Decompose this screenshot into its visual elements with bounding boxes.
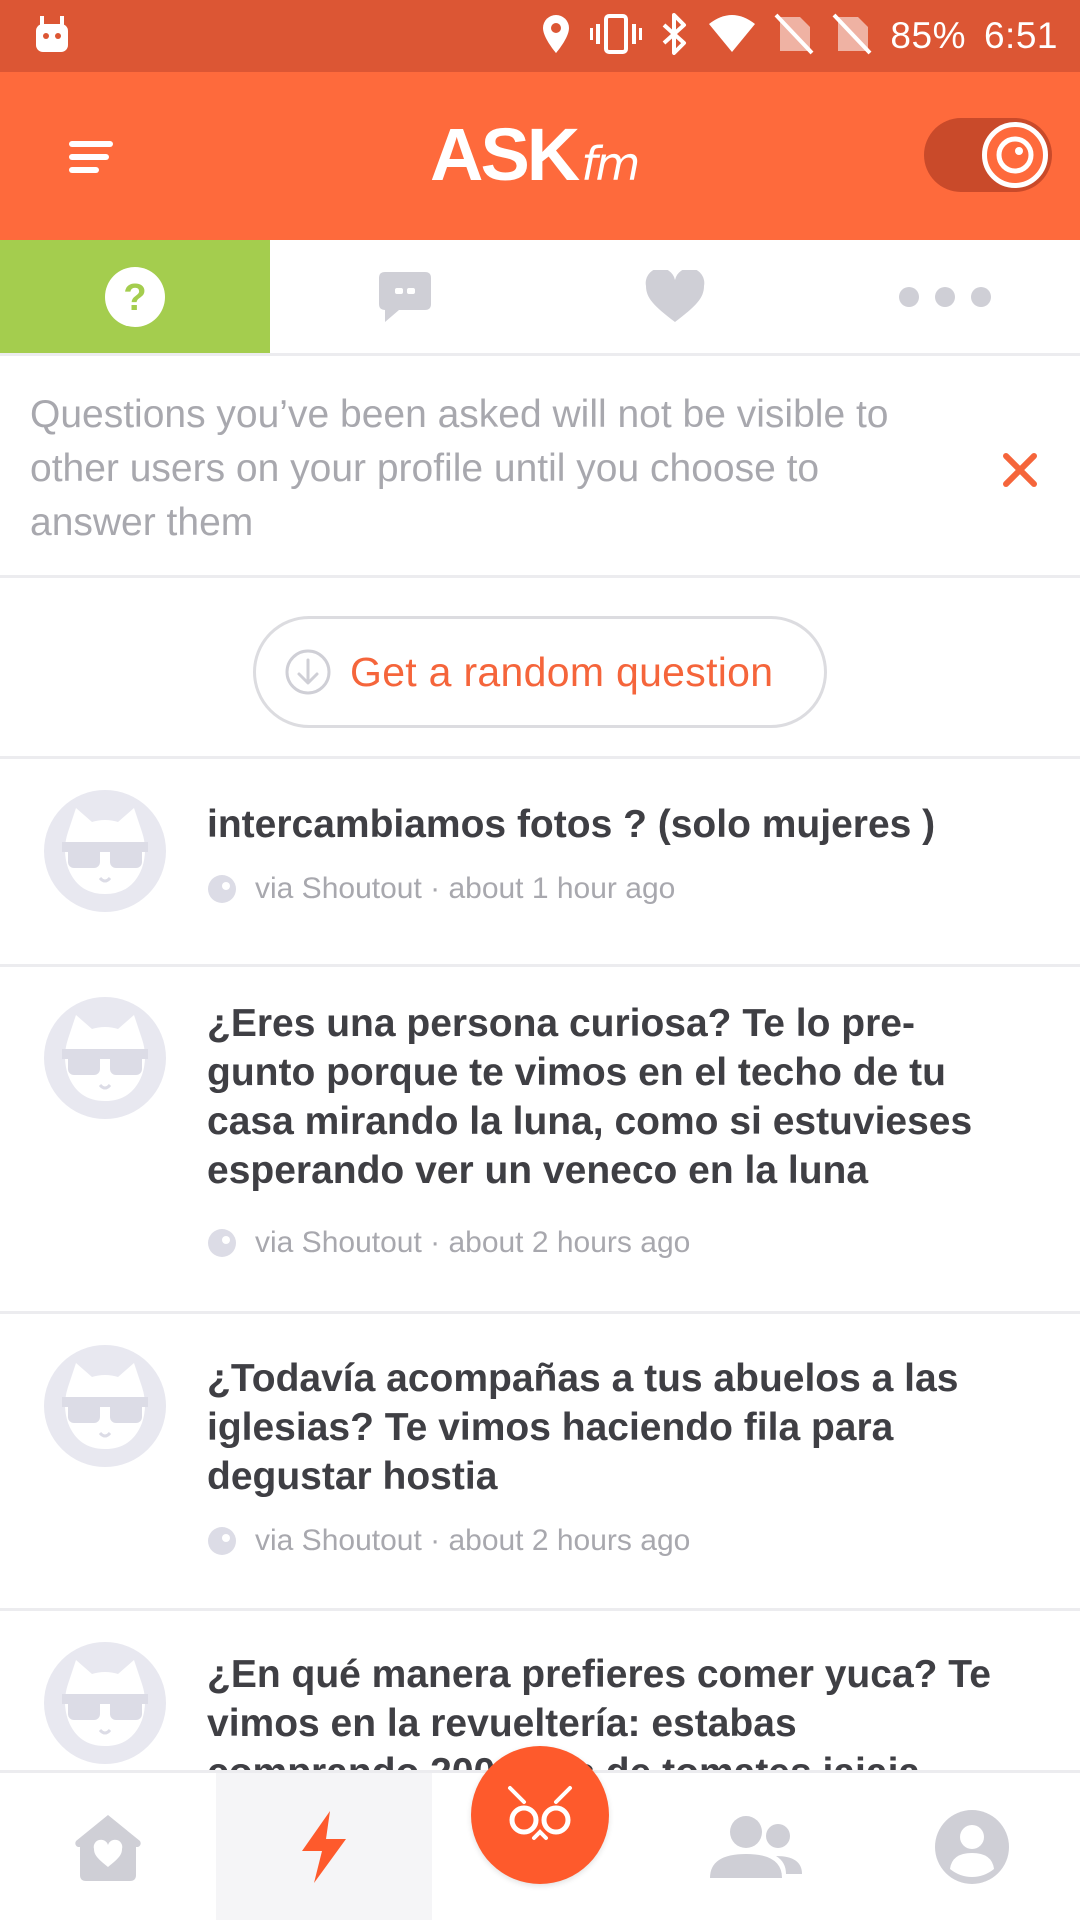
question-meta: via Shoutout · about 1 hour ago — [207, 872, 675, 906]
wifi-icon — [708, 14, 756, 59]
location-icon — [540, 13, 572, 60]
logo-sub: fm — [581, 137, 640, 191]
cat-sunglasses-avatar-icon — [62, 1015, 148, 1101]
privacy-notice: Questions you’ve been asked will not be … — [0, 358, 1080, 578]
avatar — [44, 1642, 166, 1764]
mode-toggle[interactable] — [924, 118, 1052, 192]
question-meta-text: via Shoutout · about 2 hours ago — [255, 1226, 691, 1259]
svg-text:?: ? — [123, 277, 146, 319]
cat-sunglasses-avatar-icon — [62, 1660, 148, 1746]
random-question-button[interactable]: Get a random question — [253, 616, 827, 728]
nav-home[interactable] — [0, 1773, 216, 1920]
close-notice-button[interactable] — [996, 446, 1044, 494]
avatar — [44, 1345, 166, 1467]
status-bar: 85% 6:51 — [0, 0, 1080, 72]
question-text: ¿Todavía acompañas a tus abuelos a las i… — [207, 1357, 959, 1498]
profile-icon — [935, 1809, 1009, 1884]
ask-question-button[interactable] — [471, 1746, 609, 1884]
notice-text: Questions you’ve been asked will not be … — [30, 393, 889, 544]
nav-activity[interactable] — [216, 1773, 432, 1920]
question-text: intercambiamos fotos ? (solo mujeres ) — [207, 803, 936, 846]
random-question-label: Get a random question — [350, 648, 774, 695]
cat-sunglasses-avatar-icon — [62, 1363, 148, 1449]
askfm-logo: ASK fm — [430, 112, 650, 202]
no-sim-icon — [832, 13, 872, 60]
shoutout-icon — [208, 875, 236, 903]
battery-percent: 85% — [890, 15, 966, 56]
nav-profile[interactable] — [864, 1773, 1080, 1920]
question-meta: via Shoutout · about 2 hours ago — [207, 1524, 690, 1558]
menu-button[interactable] — [56, 122, 126, 192]
tab-likes[interactable] — [540, 240, 810, 353]
random-question-row: Get a random question — [0, 581, 1080, 759]
inbox-tabs: ? — [0, 240, 1080, 356]
tab-questions[interactable]: ? — [0, 240, 270, 353]
app-bar: ASK fm — [0, 72, 1080, 240]
home-heart-icon — [75, 1814, 141, 1881]
question-item[interactable]: ¿Eres una persona curiosa? Te lo pre-gun… — [0, 969, 1080, 1314]
heart-icon — [645, 269, 705, 322]
avatar — [44, 997, 166, 1119]
question-item[interactable]: intercambiamos fotos ? (solo mujeres ) v… — [0, 762, 1080, 967]
download-circle-icon — [285, 649, 331, 695]
more-icon — [899, 286, 991, 307]
question-text: ¿Eres una persona curiosa? Te lo pre-gun… — [207, 1002, 973, 1192]
question-meta: via Shoutout · about 2 hours ago — [207, 1226, 690, 1260]
avatar — [44, 790, 166, 912]
logo-main: ASK — [430, 113, 580, 196]
status-icons: 85% 6:51 — [540, 10, 1058, 62]
question-item[interactable]: ¿Todavía acompañas a tus abuelos a las i… — [0, 1317, 1080, 1611]
tab-chats[interactable] — [270, 240, 540, 353]
bluetooth-icon — [660, 12, 690, 60]
question-meta-text: via Shoutout · about 1 hour ago — [255, 872, 676, 905]
shoutout-icon — [208, 1527, 236, 1555]
ask-owl-icon — [508, 1786, 572, 1840]
android-notification-icon — [34, 14, 70, 59]
vibrate-icon — [590, 13, 643, 59]
mode-toggle-icon — [982, 122, 1048, 188]
friends-icon — [710, 1815, 802, 1878]
question-meta-text: via Shoutout · about 2 hours ago — [255, 1524, 691, 1557]
cat-sunglasses-avatar-icon — [62, 808, 148, 894]
menu-icon — [69, 141, 113, 173]
close-icon — [1003, 453, 1037, 487]
nav-friends[interactable] — [648, 1773, 864, 1920]
shoutout-icon — [208, 1229, 236, 1257]
question-icon: ? — [105, 266, 165, 327]
lightning-icon — [302, 1810, 346, 1883]
tab-more[interactable] — [810, 240, 1080, 353]
chat-icon — [379, 271, 431, 322]
clock: 6:51 — [983, 15, 1058, 56]
question-text: ¿En qué manera prefieres comer yuca? Te … — [207, 1653, 991, 1770]
no-sim-icon — [774, 13, 814, 60]
